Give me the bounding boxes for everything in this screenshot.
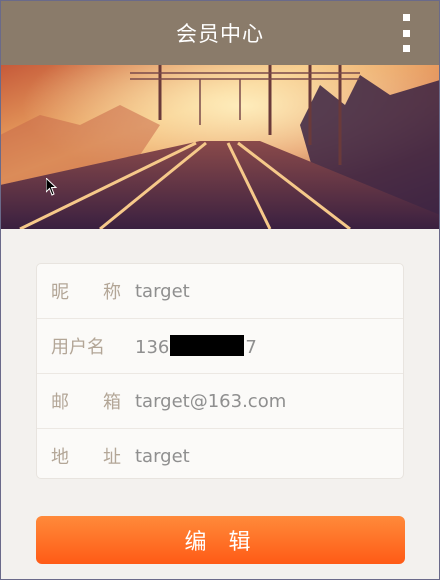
username-label: 用户名 <box>51 337 105 358</box>
address-label: 地 址 <box>51 447 121 468</box>
profile-card: 昵 称 target 用户名 136 7 邮 箱 target@163.com 地… <box>36 263 404 479</box>
overflow-menu-icon[interactable] <box>398 14 414 52</box>
email-value: target@163.com <box>135 390 287 412</box>
page-title: 会员中心 <box>176 21 264 46</box>
username-value: 136 7 <box>135 334 257 358</box>
mouse-cursor-icon <box>46 178 58 196</box>
address-value: target <box>135 445 190 467</box>
email-label: 邮 箱 <box>51 392 121 413</box>
nickname-row: 昵 称 target <box>37 264 403 319</box>
redaction-block <box>170 334 245 356</box>
nickname-value: target <box>135 280 190 302</box>
app-bar: 会员中心 <box>0 0 440 65</box>
address-row: 地 址 target <box>37 429 403 483</box>
edit-button[interactable]: 编辑 <box>36 516 405 564</box>
nickname-label: 昵 称 <box>51 282 121 303</box>
banner-image <box>0 65 440 229</box>
username-row: 用户名 136 7 <box>37 319 403 374</box>
email-row: 邮 箱 target@163.com <box>37 374 403 429</box>
